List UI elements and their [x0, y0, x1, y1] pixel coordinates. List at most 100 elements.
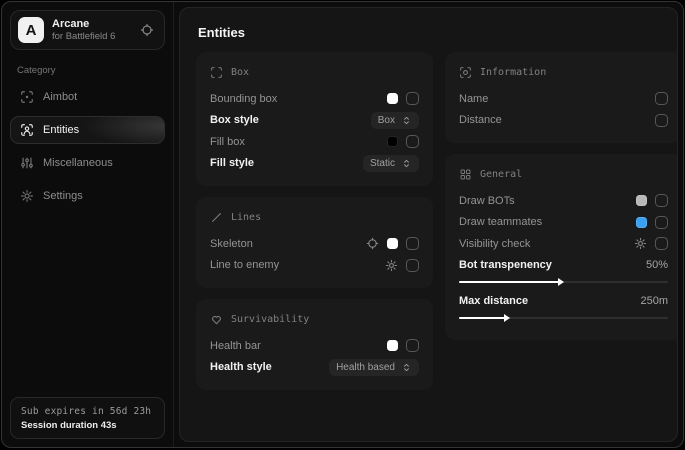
- sidebar-item-entities[interactable]: Entities: [10, 116, 165, 144]
- section-title: Information: [480, 67, 546, 78]
- slider-fill: [459, 281, 559, 283]
- color-swatch[interactable]: [387, 238, 398, 249]
- general-section: General Draw BOTs Draw teammates: [445, 154, 678, 340]
- main-panel: Entities Box Bounding box: [179, 7, 678, 442]
- setting-label: Skeleton: [210, 238, 253, 250]
- section-title: Lines: [231, 212, 261, 223]
- setting-label: Health bar: [210, 340, 261, 352]
- left-column: Box Bounding box Box style Box: [196, 52, 433, 390]
- bot-transparency-control: Bot transpenency 50%: [459, 256, 668, 283]
- color-swatch[interactable]: [387, 93, 398, 104]
- corners-icon: [210, 66, 223, 79]
- health-style-select[interactable]: Health based: [329, 359, 419, 376]
- box-section: Box Bounding box Box style Box: [196, 52, 433, 186]
- app-name: Arcane: [52, 18, 115, 30]
- heart-icon: [210, 313, 223, 326]
- health-bar-checkbox[interactable]: [406, 339, 419, 352]
- person-scan-icon: [20, 123, 34, 137]
- app-window: A Arcane for Battlefield 6 Category Aimb…: [1, 1, 684, 448]
- unfold-icon: [401, 362, 412, 373]
- logo-card: A Arcane for Battlefield 6: [10, 10, 165, 50]
- setting-row-name: Name: [459, 88, 668, 110]
- app-logo: A: [18, 17, 44, 43]
- slider-value: 250m: [640, 295, 668, 307]
- section-title: Survivability: [231, 314, 309, 325]
- survivability-section: Survivability Health bar Health style: [196, 299, 433, 390]
- setting-label: Box style: [210, 114, 259, 126]
- fill-box-checkbox[interactable]: [406, 135, 419, 148]
- name-checkbox[interactable]: [655, 92, 668, 105]
- color-swatch[interactable]: [387, 136, 398, 147]
- setting-row-bounding-box: Bounding box: [210, 88, 419, 110]
- setting-label: Visibility check: [459, 238, 530, 250]
- color-swatch[interactable]: [387, 340, 398, 351]
- gear-config-icon[interactable]: [634, 237, 647, 250]
- bot-transparency-slider[interactable]: [459, 281, 668, 283]
- general-section-header: General: [459, 168, 668, 181]
- information-section-header: Information: [459, 66, 668, 79]
- bounding-box-checkbox[interactable]: [406, 92, 419, 105]
- session-duration-text: Session duration 43s: [21, 420, 154, 431]
- sidebar-item-label: Settings: [43, 190, 83, 202]
- app-subtitle: for Battlefield 6: [52, 31, 115, 42]
- sidebar-item-label: Aimbot: [43, 91, 77, 103]
- setting-label: Draw teammates: [459, 216, 542, 228]
- grid-icon: [459, 168, 472, 181]
- right-column: Information Name Distance Gener: [445, 52, 678, 390]
- information-section: Information Name Distance: [445, 52, 678, 143]
- draw-bots-checkbox[interactable]: [655, 194, 668, 207]
- setting-label: Distance: [459, 114, 502, 126]
- select-value: Box: [378, 115, 395, 126]
- gear-icon: [20, 189, 34, 203]
- distance-checkbox[interactable]: [655, 114, 668, 127]
- page-title: Entities: [198, 25, 667, 40]
- setting-label: Line to enemy: [210, 259, 279, 271]
- slider-value: 50%: [646, 259, 668, 271]
- sliders-icon: [20, 156, 34, 170]
- max-distance-slider[interactable]: [459, 317, 668, 319]
- unfold-icon: [401, 115, 412, 126]
- session-info-card: Sub expires in 56d 23h Session duration …: [10, 397, 165, 439]
- sidebar-item-settings[interactable]: Settings: [10, 182, 165, 210]
- sidebar-item-label: Miscellaneous: [43, 157, 113, 169]
- box-section-header: Box: [210, 66, 419, 79]
- unfold-icon: [401, 158, 412, 169]
- sidebar-item-label: Entities: [43, 124, 79, 136]
- survivability-section-header: Survivability: [210, 313, 419, 326]
- gear-config-icon[interactable]: [385, 259, 398, 272]
- setting-row-health-style: Health style Health based: [210, 357, 419, 379]
- sidebar-item-aimbot[interactable]: Aimbot: [10, 83, 165, 111]
- target-icon[interactable]: [140, 23, 154, 37]
- line-to-enemy-checkbox[interactable]: [406, 259, 419, 272]
- line-icon: [210, 211, 223, 224]
- sidebar-item-miscellaneous[interactable]: Miscellaneous: [10, 149, 165, 177]
- setting-row-visibility-check: Visibility check: [459, 233, 668, 255]
- setting-label: Name: [459, 93, 488, 105]
- box-style-select[interactable]: Box: [371, 112, 419, 129]
- setting-row-draw-bots: Draw BOTs: [459, 190, 668, 212]
- section-title: General: [480, 169, 522, 180]
- color-swatch[interactable]: [636, 195, 647, 206]
- setting-row-line-to-enemy: Line to enemy: [210, 255, 419, 277]
- setting-row-distance: Distance: [459, 110, 668, 132]
- setting-label: Bot transpenency: [459, 259, 552, 271]
- setting-label: Max distance: [459, 295, 528, 307]
- setting-row-fill-box: Fill box: [210, 131, 419, 153]
- setting-row-box-style: Box style Box: [210, 110, 419, 132]
- sidebar-nav: Aimbot Entities Miscellaneous Settings: [10, 83, 165, 215]
- category-label: Category: [17, 65, 158, 76]
- setting-row-fill-style: Fill style Static: [210, 153, 419, 175]
- setting-label: Fill style: [210, 157, 254, 169]
- crosshair-icon: [20, 90, 34, 104]
- visibility-check-checkbox[interactable]: [655, 237, 668, 250]
- select-value: Static: [370, 158, 395, 169]
- max-distance-control: Max distance 250m: [459, 292, 668, 319]
- lines-section-header: Lines: [210, 211, 419, 224]
- color-swatch[interactable]: [636, 217, 647, 228]
- target-config-icon[interactable]: [366, 237, 379, 250]
- skeleton-checkbox[interactable]: [406, 237, 419, 250]
- draw-teammates-checkbox[interactable]: [655, 216, 668, 229]
- setting-row-draw-teammates: Draw teammates: [459, 212, 668, 234]
- sub-expiry-text: Sub expires in 56d 23h: [21, 406, 154, 417]
- fill-style-select[interactable]: Static: [363, 155, 419, 172]
